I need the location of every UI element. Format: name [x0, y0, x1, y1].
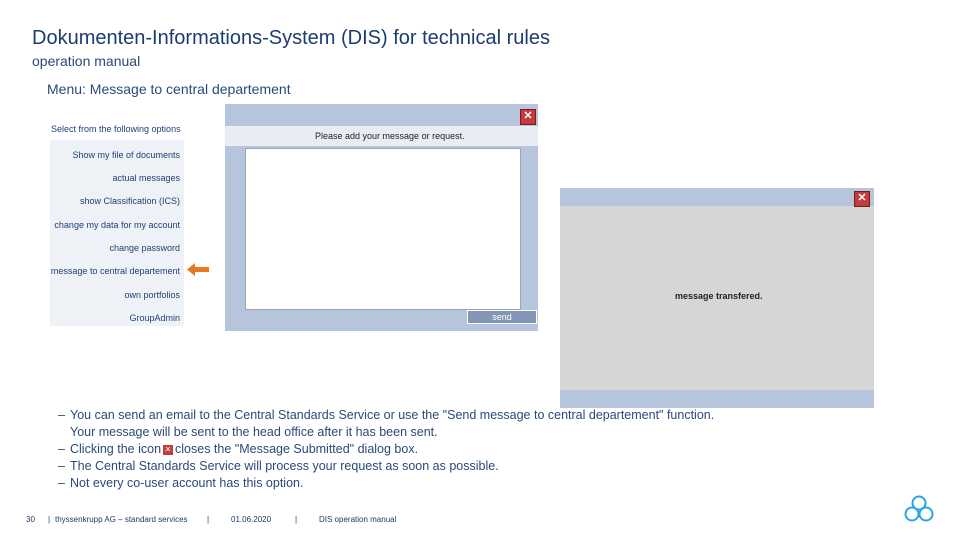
dialog-header: Please add your message or request. [225, 126, 538, 146]
bullet-text: closes the "Message Submitted" dialog bo… [175, 442, 419, 456]
list-item: – Not every co-user account has this opt… [58, 475, 860, 492]
page-title: Dokumenten-Informations-System (DIS) for… [32, 27, 550, 49]
footer-separator: | [48, 515, 51, 524]
bullet-dash: – [58, 442, 65, 456]
bullet-dash: – [58, 408, 65, 422]
confirmation-dialog: ✕ message transfered. [560, 188, 874, 408]
pointer-arrow-icon [187, 263, 209, 276]
list-item: – The Central Standards Service will pro… [58, 458, 860, 475]
dialog-title-bar [560, 188, 874, 206]
company-logo [904, 495, 934, 522]
instructions-list: – You can send an email to the Central S… [58, 407, 860, 492]
bullet-dash: – [58, 459, 65, 473]
section-caption: Menu: Message to central departement [47, 81, 291, 97]
menu-item-actual-messages[interactable]: actual messages [112, 173, 180, 183]
menu-item-groupadmin[interactable]: GroupAdmin [129, 313, 180, 323]
dialog-prompt: Please add your message or request. [315, 131, 465, 141]
dialog-footer-bar [560, 390, 874, 408]
options-menu-heading: Select from the following options [51, 124, 181, 134]
bullet-text: Clicking the icon [70, 442, 162, 456]
menu-item-classification[interactable]: show Classification (ICS) [80, 196, 180, 206]
close-icon[interactable]: ✕ [520, 109, 536, 125]
page-number: 30 [26, 515, 35, 524]
bullet-text: Not every co-user account has this optio… [70, 476, 304, 490]
list-item: – Clicking the icon ✕ closes the "Message … [58, 441, 860, 458]
close-icon: ✕ [163, 444, 174, 455]
bullet-dash: – [58, 476, 65, 490]
footer-doc-title: DIS operation manual [319, 515, 397, 524]
menu-item-change-password[interactable]: change password [109, 243, 180, 253]
footer-separator: | [295, 515, 298, 524]
footer-company: thyssenkrupp AG – standard services [55, 515, 188, 524]
footer-date: 01.06.2020 [231, 515, 272, 524]
footer-separator: | [207, 515, 210, 524]
menu-item-change-data[interactable]: change my data for my account [54, 220, 180, 230]
send-button[interactable]: send [467, 310, 537, 324]
message-textarea[interactable] [245, 148, 521, 310]
bullet-text: Your message will be sent to the head of… [70, 425, 438, 439]
menu-item-own-portfolios[interactable]: own portfolios [124, 290, 180, 300]
message-dialog: ✕ Please add your message or request. se… [225, 104, 538, 331]
options-menu-list: Show my file of documents actual message… [50, 140, 184, 326]
bullet-text: The Central Standards Service will proce… [70, 459, 499, 473]
bullet-text: You can send an email to the Central Sta… [70, 408, 715, 422]
confirmation-message: message transfered. [675, 291, 763, 301]
close-icon[interactable]: ✕ [854, 191, 870, 207]
list-item: – You can send an email to the Central S… [58, 407, 860, 441]
menu-item-file-of-documents[interactable]: Show my file of documents [72, 150, 180, 160]
menu-item-message-central[interactable]: message to central departement [51, 266, 180, 276]
page-subtitle: operation manual [32, 53, 141, 69]
